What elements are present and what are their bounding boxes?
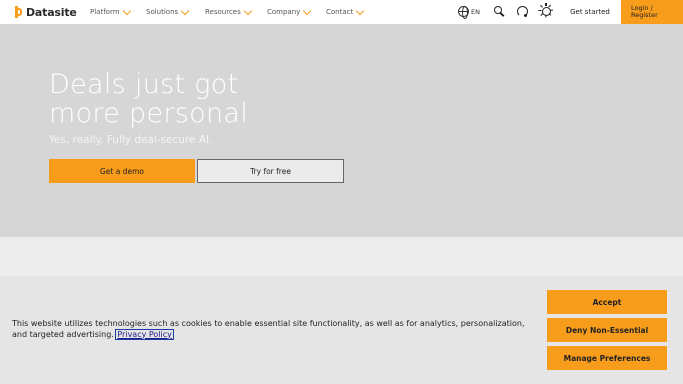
manage-preferences-button[interactable]: Manage Preferences [547,346,667,370]
search-icon[interactable] [494,6,505,17]
register-label: Register [631,11,658,19]
datasite-logo[interactable]: Datasite [15,5,77,19]
cookie-message-text: This website utilizes technologies such … [12,319,525,339]
accept-cookies-button[interactable]: Accept [547,290,667,314]
try-for-free-button[interactable]: Try for free [197,159,344,183]
cookie-message: This website utilizes technologies such … [12,319,542,340]
get-a-demo-button[interactable]: Get a demo [49,159,195,183]
privacy-policy-link[interactable]: Privacy Policy [115,328,174,340]
chevron-down-icon [303,6,312,15]
chevron-down-icon [122,6,131,15]
logo-text: Datasite [26,5,77,19]
hero-subtitle: Yes, really. Fully deal-secure AI. [49,134,213,146]
nav-item-company[interactable]: Company [267,6,312,18]
nav-item-resources[interactable]: Resources [205,6,252,18]
hero-title: Deals just got more personal [49,70,248,128]
nav-item-label: Solutions [146,8,179,16]
nav-item-label: Platform [90,8,120,16]
globe-icon[interactable] [458,6,469,19]
deny-non-essential-button[interactable]: Deny Non-Essential [547,318,667,342]
chevron-down-icon [180,6,190,15]
hero-title-line-2: more personal [49,98,249,129]
login-register-button[interactable]: Login / Register [621,0,683,24]
top-navigation-bar: Datasite Platform Solutions Resources Co… [0,0,683,24]
content-band [0,237,683,276]
nav-item-contact[interactable]: Contact [326,6,365,18]
hero-title-line-1: Deals just got [49,69,239,100]
nav-item-label: Resources [205,8,241,16]
get-started-link[interactable]: Get started [560,0,620,24]
chevron-down-icon [355,6,365,15]
nav-item-solutions[interactable]: Solutions [146,6,190,18]
nav-item-platform[interactable]: Platform [90,6,131,18]
sun-icon[interactable] [538,3,554,19]
nav-item-label: Company [267,8,301,16]
language-selector[interactable]: EN [471,8,480,16]
support-icon[interactable] [517,6,528,17]
datasite-logo-icon [15,6,22,18]
hero-section [0,24,683,237]
nav-item-label: Contact [326,8,354,16]
chevron-down-icon [243,6,252,15]
